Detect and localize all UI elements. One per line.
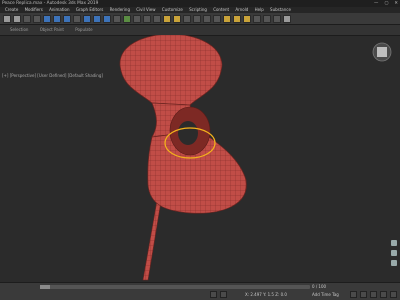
title-bar: Peace Replica.max - Autodesk 3ds Max 201… [0,0,400,7]
unlink-icon[interactable] [33,14,41,23]
selection-region-icon[interactable] [63,14,71,23]
ribbon-object-paint[interactable]: Object Paint [40,27,64,32]
select-icon[interactable] [43,14,51,23]
zoom-extents-icon[interactable] [380,291,387,298]
play-icon[interactable] [350,291,357,298]
layer-icon[interactable] [183,14,191,23]
frame-counter: 0 / 100 [312,284,327,289]
redo-icon[interactable] [13,14,21,23]
schematic-icon[interactable] [203,14,211,23]
window-crossing-icon[interactable] [73,14,81,23]
time-slider[interactable] [40,285,310,289]
main-toolbar [0,13,400,25]
perspective-viewport[interactable]: [+] [Perspective] [User Defined] [Defaul… [0,33,400,282]
minimize-button[interactable]: — [374,0,378,7]
render-icon[interactable] [243,14,251,23]
maximize-button[interactable]: ▢ [384,0,388,7]
maximize-viewport-icon[interactable] [390,291,397,298]
add-time-tag-button[interactable]: Add Time Tag [312,292,339,297]
orbit-icon[interactable] [391,240,397,246]
undo-icon[interactable] [3,14,11,23]
pivot-icon[interactable] [123,14,131,23]
percent-snap-icon[interactable] [153,14,161,23]
link-icon[interactable] [23,14,31,23]
stick-handle[interactable] [142,194,163,281]
time-slider-thumb[interactable] [40,285,50,289]
mesh-top-cone[interactable] [119,33,223,106]
snap-icon[interactable] [133,14,141,23]
isolate-icon[interactable] [220,291,227,298]
rotate-icon[interactable] [93,14,101,23]
toolbar-extra3-icon[interactable] [283,14,291,23]
align-icon[interactable] [173,14,181,23]
zoom-icon[interactable] [391,260,397,266]
coordinate-readout: X: 2.497 Y: 1.5 Z: 0.0 [245,292,287,297]
toolbar-extra-icon[interactable] [263,14,271,23]
render-setup-icon[interactable] [223,14,231,23]
window-title: Peace Replica.max - Autodesk 3ds Max 201… [2,1,99,6]
viewport-nav-icons [391,240,397,266]
curve-editor-icon[interactable] [193,14,201,23]
select-by-name-icon[interactable] [53,14,61,23]
material-editor-icon[interactable] [213,14,221,23]
cone-hole [178,121,198,145]
ribbon-selection[interactable]: Selection [10,27,28,32]
lock-icon[interactable] [210,291,217,298]
scale-icon[interactable] [103,14,111,23]
viewport-label[interactable]: [+] [Perspective] [User Defined] [Defaul… [2,73,103,78]
mirror-icon[interactable] [163,14,171,23]
move-icon[interactable] [83,14,91,23]
key-mode-icon[interactable] [370,291,377,298]
render-frame-icon[interactable] [233,14,241,23]
angle-snap-icon[interactable] [143,14,151,23]
close-button[interactable]: ✕ [394,0,398,7]
pan-icon[interactable] [391,250,397,256]
toolbar-extra2-icon[interactable] [273,14,281,23]
viewcube-icon[interactable] [372,42,392,62]
arnold-icon[interactable] [253,14,261,23]
next-frame-icon[interactable] [360,291,367,298]
ribbon-populate[interactable]: Populate [75,27,92,32]
status-bar: 0 / 100 X: 2.497 Y: 1.5 Z: 0.0 Add Time … [0,282,400,300]
place-icon[interactable] [113,14,121,23]
